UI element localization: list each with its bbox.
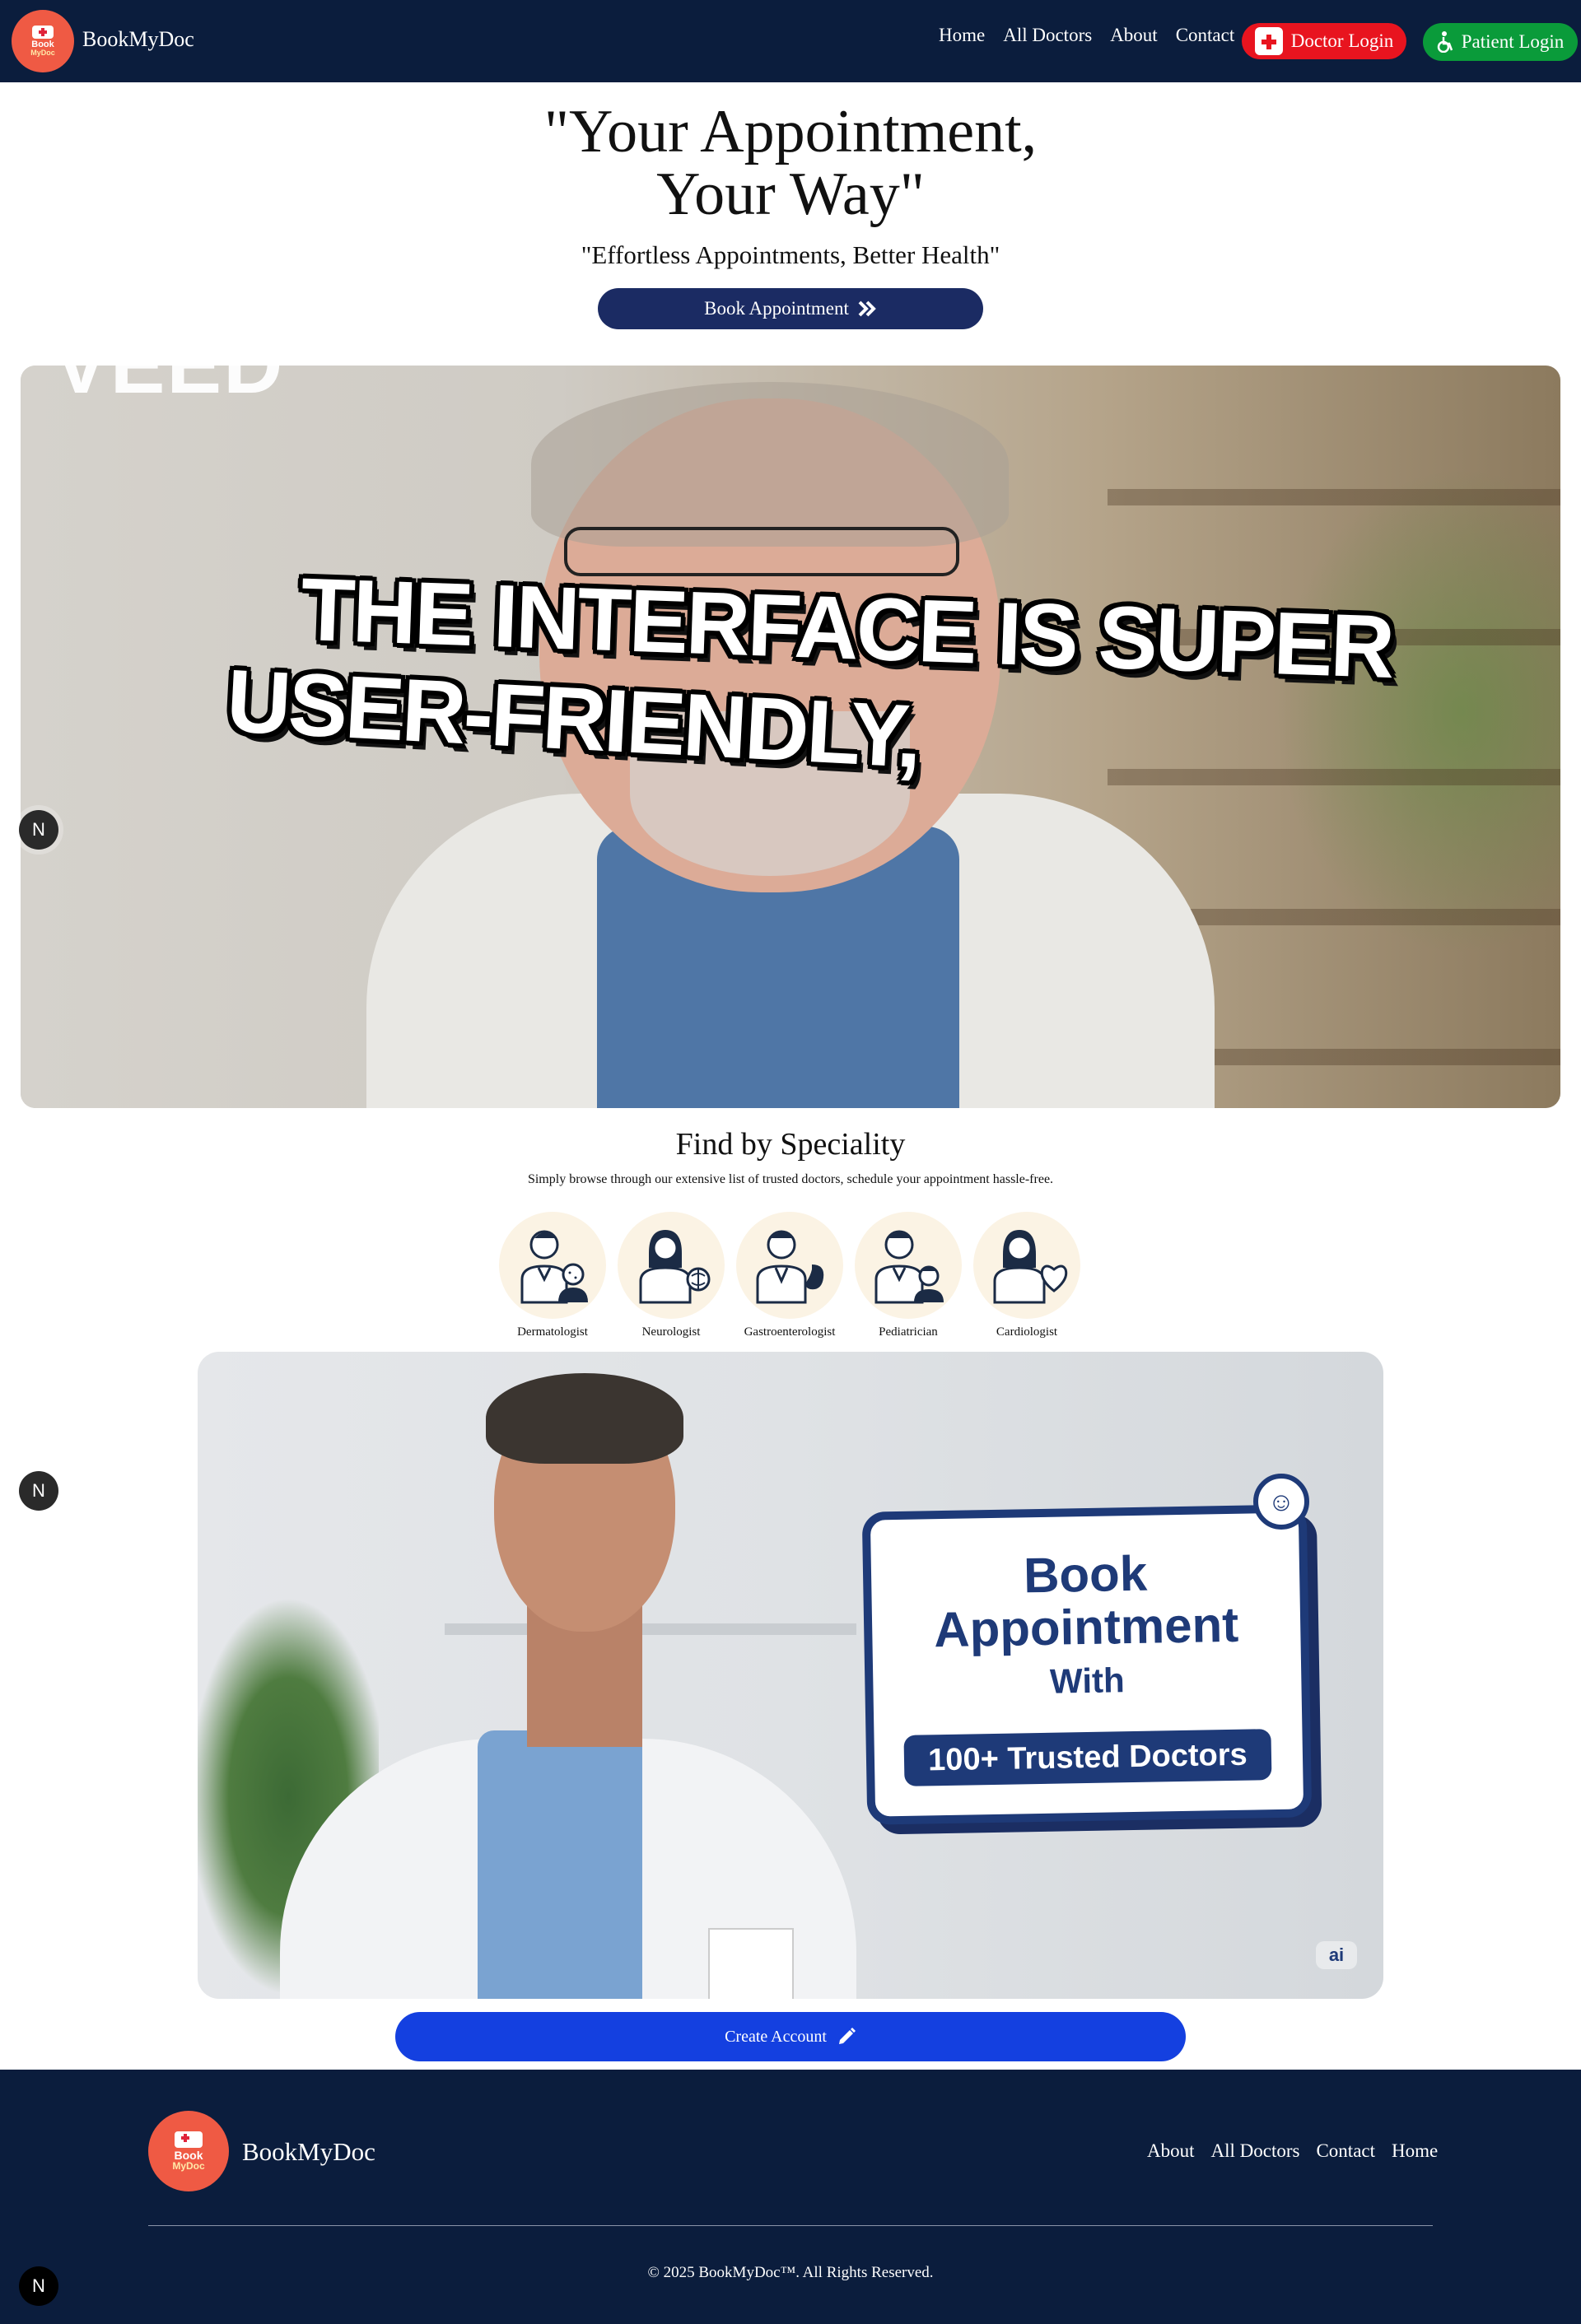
hero-title-line-2: Your Way" [656,161,925,228]
nav-home[interactable]: Home [939,25,985,46]
neurologist-icon [618,1212,725,1319]
footer-divider [148,2225,1433,2226]
footer-link-all-doctors[interactable]: All Doctors [1211,2140,1300,2162]
speciality-title: Find by Speciality [675,1127,906,1162]
speciality-label: Dermatologist [517,1325,588,1339]
book-appointment-label: Book Appointment [704,298,849,319]
speciality-dermatologist[interactable]: Dermatologist [499,1212,606,1339]
testimonial-video-banner[interactable]: VEED THE INTERFACE IS SUPER USER-FRIENDL… [21,366,1560,1108]
speciality-pediatrician[interactable]: Pediatrician [855,1212,962,1339]
nav-contact[interactable]: Contact [1176,25,1235,46]
footer-logo[interactable]: Book MyDoc [148,2111,229,2191]
smiley-icon: ☺ [1253,1474,1309,1530]
speciality-label: Gastroenterologist [744,1325,836,1339]
logo-text-mydoc: MyDoc [172,2160,205,2172]
speciality-label: Neurologist [641,1325,701,1339]
footer: Book MyDoc BookMyDoc About All Doctors C… [0,2070,1581,2324]
medical-cross-icon [175,2131,203,2148]
doctor-hair [486,1373,683,1464]
hero-title-line-1: "Your Appointment, [543,98,1038,165]
footer-link-home[interactable]: Home [1392,2140,1438,2162]
doctor-login-label: Doctor Login [1290,30,1394,51]
doctor-hair [531,382,1009,547]
speciality-cardiologist[interactable]: Cardiologist [973,1212,1080,1339]
footer-link-about[interactable]: About [1147,2140,1195,2162]
create-account-button[interactable]: Create Account [395,2012,1186,2061]
footer-brand: BookMyDoc [242,2137,375,2166]
dev-badge[interactable]: N [19,2266,58,2306]
logo-text-book: Book [174,2149,203,2162]
trusted-doctors-pill: 100+ Trusted Doctors [903,1729,1272,1786]
footer-link-contact[interactable]: Contact [1316,2140,1375,2162]
hero-title: "Your Appointment, Your Way" [0,100,1581,226]
dermatologist-icon [499,1212,606,1319]
pediatrician-icon [855,1212,962,1319]
dev-badge[interactable]: N [19,1471,58,1511]
patient-login-button[interactable]: Patient Login [1423,23,1578,61]
ai-badge: ai [1316,1941,1357,1969]
logo-text-mydoc: MyDoc [30,49,55,57]
first-aid-kit-icon [1254,27,1283,55]
sign-line-with: With [1049,1660,1126,1701]
doctor-login-button[interactable]: Doctor Login [1242,23,1406,59]
brand-name[interactable]: BookMyDoc [82,27,194,52]
speciality-label: Pediatrician [879,1325,938,1339]
double-chevron-right-icon [858,300,876,317]
speciality-neurologist[interactable]: Neurologist [618,1212,725,1339]
wheelchair-icon [1437,31,1453,53]
cardiologist-icon [973,1212,1080,1319]
speciality-list: Dermatologist Neurologist Gastroenterolo… [499,1212,1080,1339]
speciality-label: Cardiologist [996,1325,1058,1339]
book-appointment-sign: Book Appointment With 100+ Trusted Docto… [861,1504,1313,1825]
id-badge [708,1928,794,1999]
speciality-gastroenterologist[interactable]: Gastroenterologist [736,1212,843,1339]
dev-badge[interactable]: N [19,810,58,850]
video-watermark: VEED [54,366,284,412]
pencil-icon [838,2028,856,2044]
trusted-doctors-banner: Book Appointment With 100+ Trusted Docto… [198,1352,1383,1999]
book-appointment-button[interactable]: Book Appointment [598,288,983,329]
create-account-label: Create Account [725,2027,827,2046]
navbar: Book MyDoc BookMyDoc Home All Doctors Ab… [0,0,1581,82]
nav-links: Home All Doctors About Contact [939,25,1252,46]
gastroenterologist-icon [736,1212,843,1319]
glasses [564,527,959,576]
nav-about[interactable]: About [1110,25,1158,46]
sign-line-appointment: Appointment [933,1596,1239,1658]
doctor-shirt [478,1730,642,1999]
wall-shelf [445,1623,856,1635]
medical-cross-icon [32,26,54,39]
copyright: © 2025 BookMyDoc™. All Rights Reserved. [647,2264,934,2281]
nav-all-doctors[interactable]: All Doctors [1003,25,1092,46]
speciality-description: Simply browse through our extensive list… [527,1172,1054,1186]
patient-login-label: Patient Login [1461,31,1565,52]
logo[interactable]: Book MyDoc [12,10,74,72]
hero-subtitle: "Effortless Appointments, Better Health" [581,240,1000,269]
footer-links: About All Doctors Contact Home [1147,2140,1454,2162]
